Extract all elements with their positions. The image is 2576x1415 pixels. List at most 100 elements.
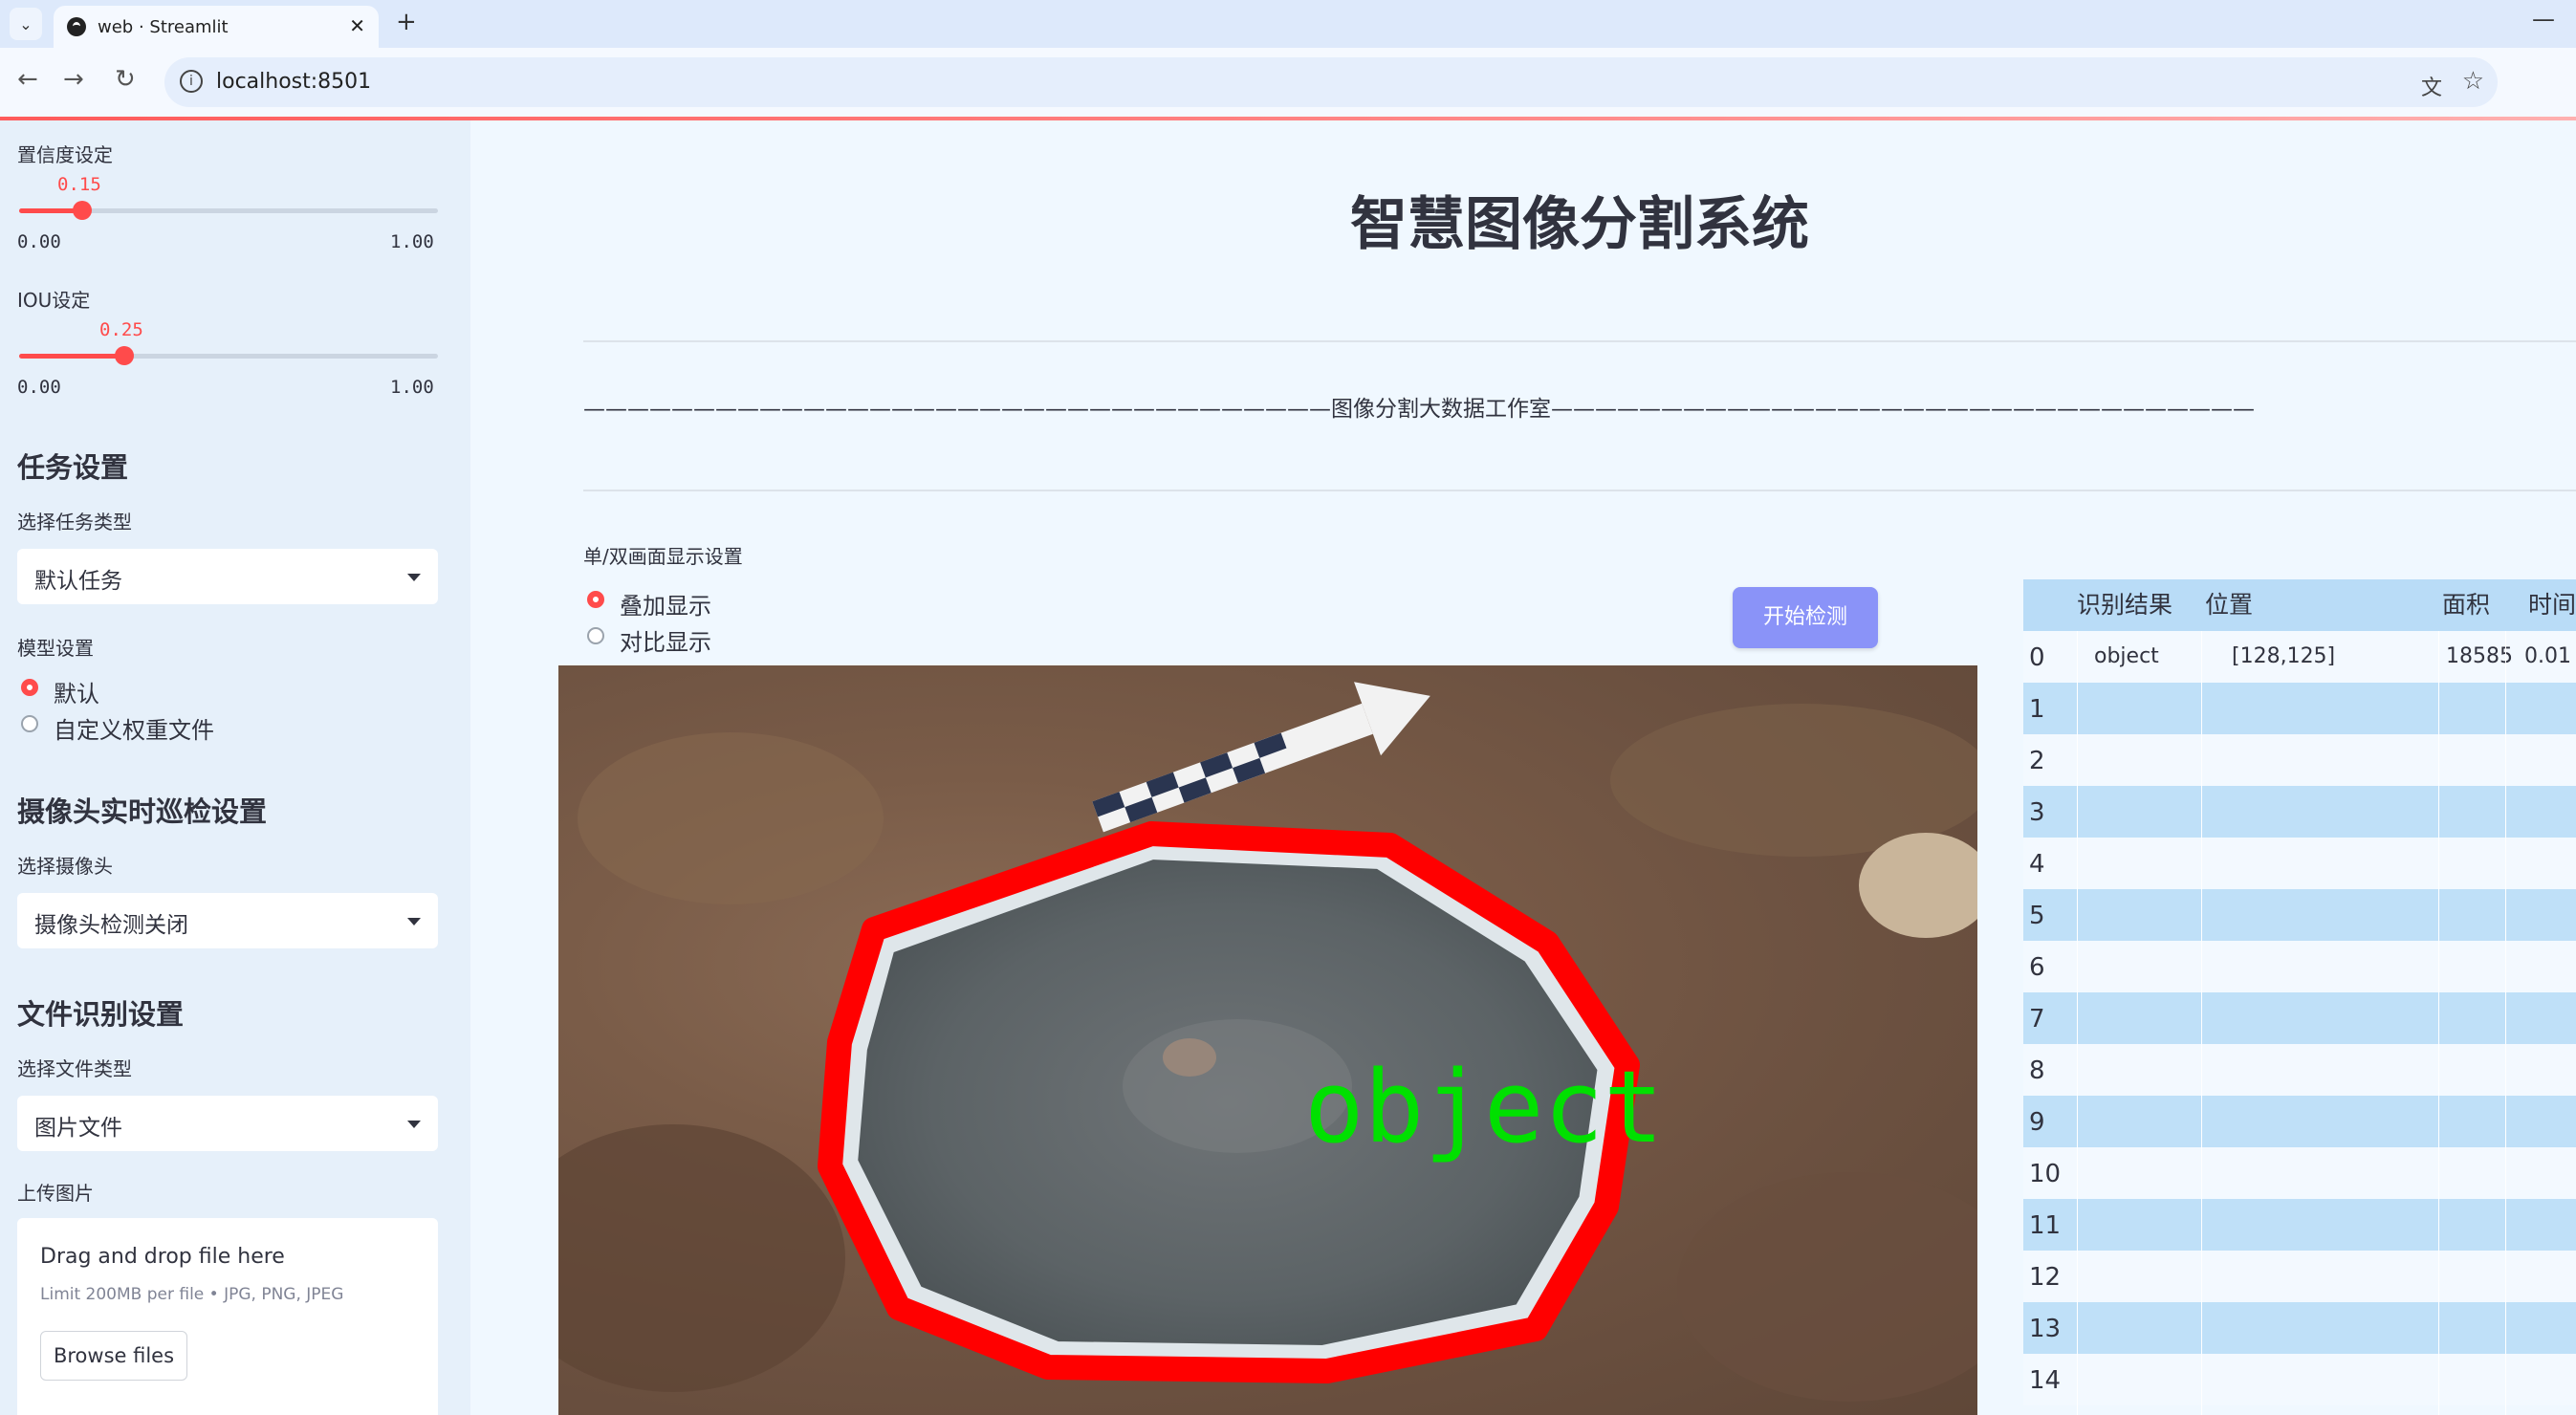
chevron-down-icon: ⌄	[19, 14, 33, 33]
browse-files-button[interactable]: Browse files	[40, 1331, 187, 1381]
dropzone-limit: Limit 200MB per file • JPG, PNG, JPEG	[40, 1285, 344, 1304]
iou-max: 1.00	[390, 377, 434, 398]
model-option-label: 默认	[54, 681, 99, 708]
table-row[interactable]: 3	[2023, 786, 2576, 838]
segmentation-overlay: object	[558, 682, 1977, 1402]
cell-time: 0.01	[2524, 644, 2571, 668]
row-index: 6	[2029, 953, 2045, 982]
row-index: 8	[2029, 1056, 2045, 1085]
radio-selected-icon	[21, 679, 38, 696]
reload-icon[interactable]: ↻	[115, 65, 136, 94]
table-row[interactable]: 0 object [128,125] 18585 0.01	[2023, 631, 2576, 683]
column-separator	[2201, 631, 2202, 1415]
file-type-select[interactable]: 图片文件	[17, 1096, 438, 1151]
file-type-label: 选择文件类型	[17, 1057, 132, 1080]
confidence-slider-thumb[interactable]	[72, 201, 92, 220]
row-index: 4	[2029, 850, 2045, 879]
confidence-slider[interactable]	[19, 201, 438, 220]
cell-position: [128,125]	[2232, 644, 2336, 668]
caret-down-icon	[407, 918, 421, 925]
table-row[interactable]: 13	[2023, 1302, 2576, 1354]
upload-label: 上传图片	[17, 1182, 94, 1205]
table-row[interactable]: 11	[2023, 1199, 2576, 1251]
results-table: 识别结果 位置 面积 时间 0 object [128,125] 18585 0.01 1…	[2023, 579, 2576, 1415]
caret-down-icon	[407, 574, 421, 581]
dropzone-title: Drag and drop file here	[40, 1245, 285, 1269]
iou-label: IOU设定	[17, 289, 91, 312]
row-index: 11	[2029, 1211, 2062, 1240]
iou-slider-fill	[19, 354, 124, 359]
tab-search-button[interactable]: ⌄	[10, 8, 42, 40]
confidence-label: 置信度设定	[17, 143, 113, 166]
column-header-position[interactable]: 位置	[2205, 579, 2329, 631]
column-header-result[interactable]: 识别结果	[2077, 579, 2201, 631]
object-label: object	[1304, 1049, 1664, 1165]
bookmark-star-icon[interactable]: ☆	[2462, 67, 2484, 96]
back-arrow-icon[interactable]: ←	[17, 65, 38, 94]
forward-arrow-icon[interactable]: →	[63, 65, 84, 94]
table-row[interactable]: 5	[2023, 889, 2576, 941]
main-content: 智慧图像分割系统 ———————————————————————————————…	[470, 120, 2576, 1415]
address-bar-row: ← → ↻ i localhost:8501 ⽂ ☆	[0, 48, 2576, 117]
table-row[interactable]: 4	[2023, 838, 2576, 889]
iou-min: 0.00	[17, 377, 61, 398]
row-index: 10	[2029, 1160, 2062, 1188]
row-index: 14	[2029, 1366, 2062, 1395]
close-icon[interactable]: ✕	[349, 14, 365, 37]
confidence-min: 0.00	[17, 231, 61, 252]
file-type-value: 图片文件	[34, 1116, 122, 1141]
row-index: 3	[2029, 798, 2045, 827]
camera-settings-heading: 摄像头实时巡检设置	[17, 795, 268, 828]
sidebar: 置信度设定 0.15 0.00 1.00 IOU设定 0.25 0.00 1.0…	[0, 120, 470, 1415]
streamlit-favicon-icon	[67, 17, 86, 36]
translate-icon[interactable]: ⽂	[2421, 71, 2442, 101]
table-row[interactable]: 9	[2023, 1096, 2576, 1147]
radio-selected-icon	[587, 591, 604, 608]
model-option-label: 自定义权重文件	[54, 717, 214, 744]
start-detection-button[interactable]: 开始检测	[1733, 587, 1878, 648]
cell-area: 18585	[2446, 644, 2513, 668]
file-dropzone[interactable]: Drag and drop file here Limit 200MB per …	[17, 1218, 438, 1415]
display-option-label: 对比显示	[620, 629, 711, 656]
table-row[interactable]: 12	[2023, 1251, 2576, 1302]
table-row[interactable]: 10	[2023, 1147, 2576, 1199]
row-index: 0	[2029, 643, 2045, 672]
iou-value: 0.25	[99, 319, 143, 340]
column-separator	[2077, 631, 2078, 1415]
row-index: 5	[2029, 902, 2045, 930]
iou-slider[interactable]	[19, 346, 438, 365]
camera-value: 摄像头检测关闭	[34, 913, 188, 938]
url-text: localhost:8501	[216, 70, 372, 94]
row-index: 13	[2029, 1315, 2062, 1343]
divider-line	[583, 340, 2576, 342]
segmentation-result-image: object	[558, 665, 1977, 1415]
task-type-value: 默认任务	[34, 569, 122, 594]
column-header-time[interactable]: 时间	[2528, 579, 2576, 631]
task-settings-heading: 任务设置	[17, 451, 129, 484]
table-row[interactable]: 1	[2023, 683, 2576, 734]
browser-tab[interactable]: web · Streamlit ✕	[54, 6, 379, 48]
display-mode-label: 单/双画面显示设置	[583, 545, 743, 568]
table-row[interactable]: 8	[2023, 1044, 2576, 1096]
task-type-label: 选择任务类型	[17, 511, 132, 533]
divider-line	[583, 490, 2576, 491]
table-row[interactable]: 6	[2023, 941, 2576, 992]
iou-slider-thumb[interactable]	[114, 346, 134, 365]
column-header-area[interactable]: 面积	[2442, 579, 2519, 631]
site-info-icon[interactable]: i	[180, 70, 203, 93]
table-row[interactable]: 7	[2023, 992, 2576, 1044]
camera-select[interactable]: 摄像头检测关闭	[17, 893, 438, 948]
table-row[interactable]: 14	[2023, 1354, 2576, 1405]
studio-divider-text: ——————————————————————————————————图像分割大数…	[583, 397, 2255, 422]
column-separator	[2505, 631, 2506, 1415]
column-separator	[2438, 631, 2439, 1415]
table-row[interactable]: 2	[2023, 734, 2576, 786]
task-type-select[interactable]: 默认任务	[17, 549, 438, 604]
model-settings-label: 模型设置	[17, 637, 94, 660]
page-title: 智慧图像分割系统	[1350, 191, 1809, 258]
row-index: 7	[2029, 1005, 2045, 1034]
new-tab-plus-icon[interactable]: +	[396, 8, 417, 36]
minimize-icon[interactable]: —	[2532, 6, 2555, 33]
url-field[interactable]: i localhost:8501 ⽂ ☆	[164, 57, 2498, 107]
confidence-value: 0.15	[57, 174, 101, 195]
